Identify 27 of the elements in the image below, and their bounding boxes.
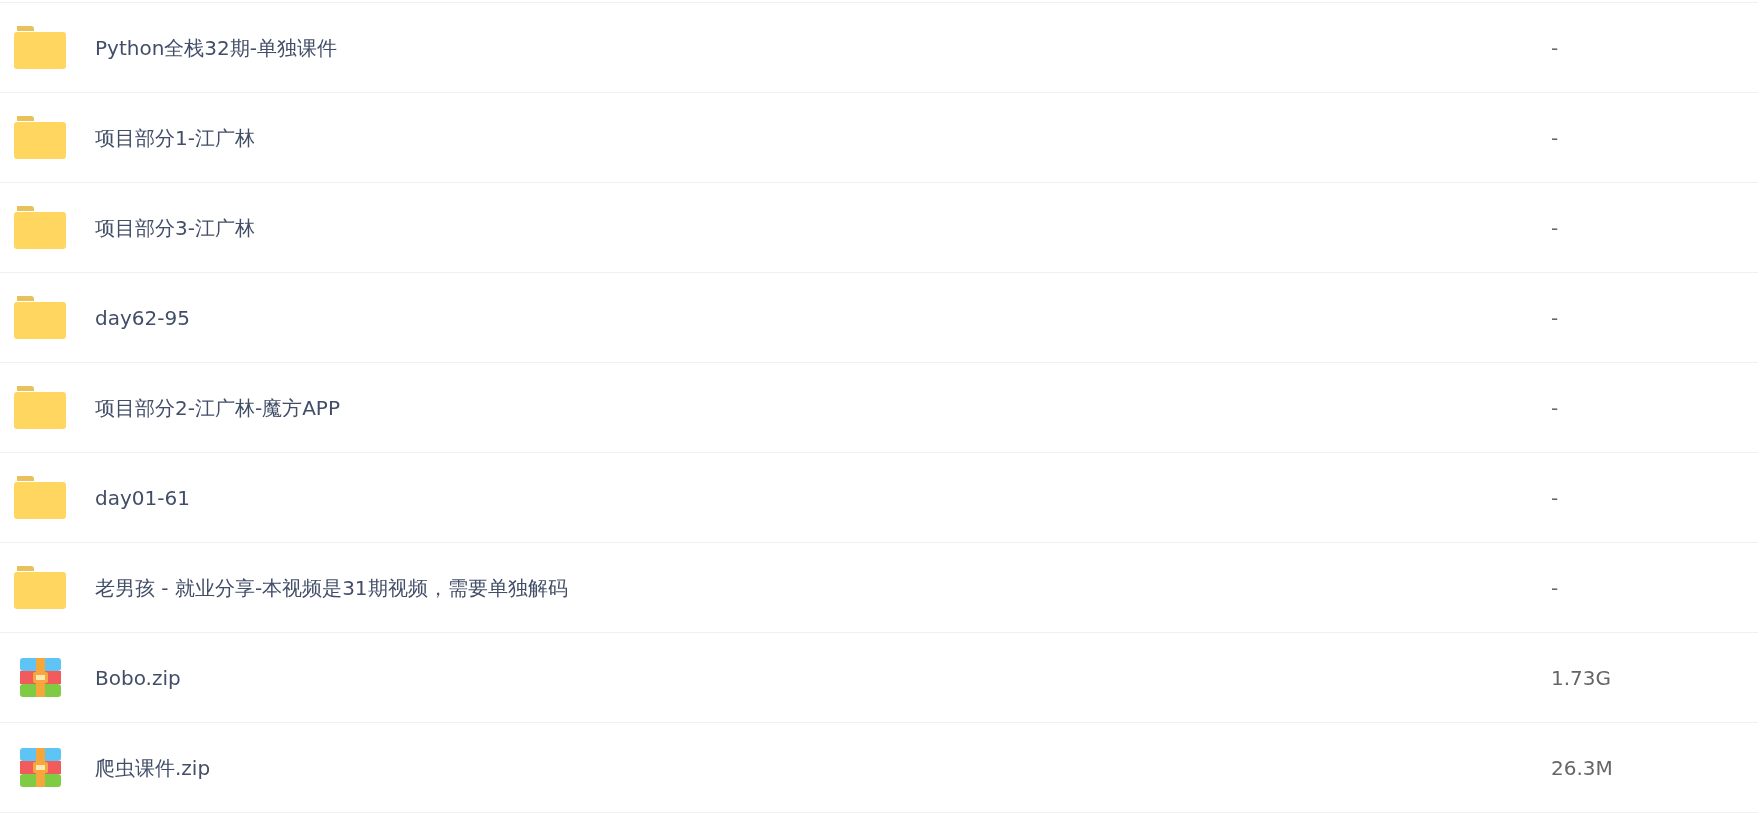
file-size: - bbox=[1551, 304, 1559, 332]
archive-icon bbox=[19, 658, 61, 697]
file-name[interactable]: 爬虫课件.zip bbox=[95, 752, 1551, 783]
file-name[interactable]: day62-95 bbox=[95, 302, 1551, 333]
file-size: - bbox=[1551, 34, 1559, 62]
folder-icon bbox=[14, 26, 66, 69]
file-size: - bbox=[1551, 214, 1559, 242]
file-size: - bbox=[1551, 124, 1559, 152]
folder-icon bbox=[14, 296, 66, 339]
file-size: 1.73G bbox=[1551, 664, 1612, 692]
file-name[interactable]: 项目部分3-江广林 bbox=[95, 212, 1551, 243]
file-size: - bbox=[1551, 574, 1559, 602]
file-size: - bbox=[1551, 484, 1559, 512]
file-name[interactable]: day01-61 bbox=[95, 482, 1551, 513]
folder-icon bbox=[14, 476, 66, 519]
file-name[interactable]: 老男孩 - 就业分享-本视频是31期视频，需要单独解码 bbox=[95, 572, 1551, 603]
file-size: - bbox=[1551, 394, 1559, 422]
file-name[interactable]: Bobo.zip bbox=[95, 662, 1551, 693]
file-size: 26.3M bbox=[1551, 754, 1613, 782]
file-name[interactable]: 项目部分1-江广林 bbox=[95, 122, 1551, 153]
folder-icon bbox=[14, 116, 66, 159]
folder-icon bbox=[14, 566, 66, 609]
archive-icon bbox=[19, 748, 61, 787]
folder-icon bbox=[14, 386, 66, 429]
file-name[interactable]: 项目部分2-江广林-魔方APP bbox=[95, 392, 1551, 423]
file-name[interactable]: Python全栈32期-单独课件 bbox=[95, 32, 1551, 63]
folder-icon bbox=[14, 206, 66, 249]
